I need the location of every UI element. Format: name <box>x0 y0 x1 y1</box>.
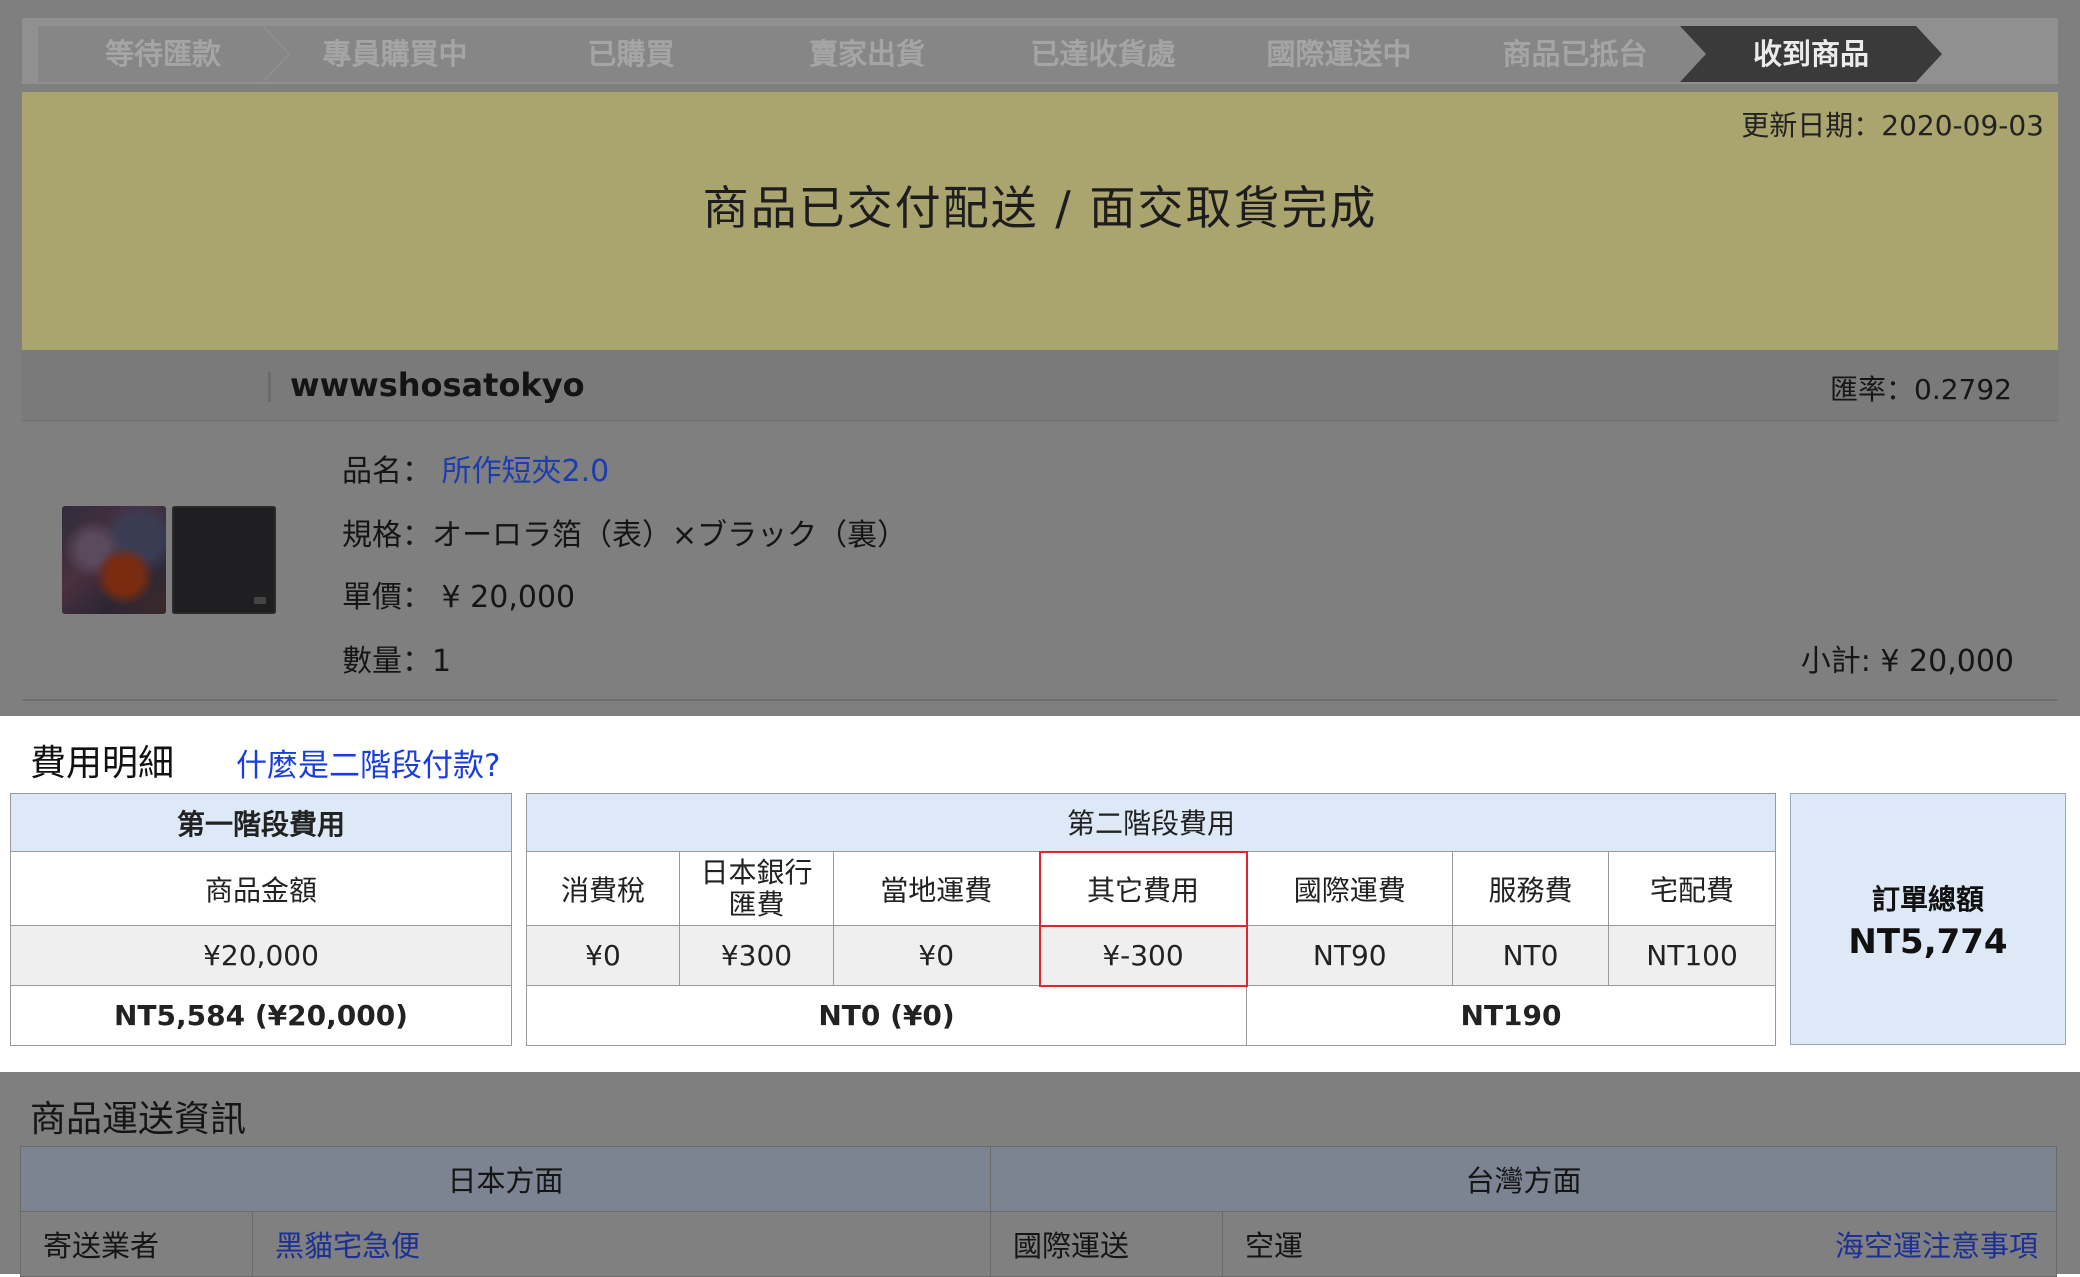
col-other-fees: 其它費用 <box>1038 850 1248 927</box>
value-international-shipping: NT90 <box>1246 925 1453 986</box>
stage1-header: 第一階段費用 <box>10 793 512 852</box>
intl-shipping-value: 空運 <box>1245 1229 1304 1263</box>
value-home-delivery-fee: NT100 <box>1607 925 1777 986</box>
step-awaiting-payment: 等待匯款 <box>38 26 288 82</box>
step-purchasing: 專員購買中 <box>264 26 526 82</box>
step-seller-shipped: 賣家出貨 <box>736 26 998 82</box>
exchange-rate: 匯率：0.2792 <box>1830 373 2012 406</box>
step-arrived-taiwan: 商品已抵台 <box>1444 26 1706 82</box>
col-consumption-tax: 消費稅 <box>526 851 680 926</box>
product-name-link[interactable]: 所作短夾2.0 <box>442 454 610 489</box>
col-home-delivery-fee: 宅配費 <box>1607 851 1777 926</box>
carrier-link[interactable]: 黑貓宅急便 <box>275 1229 420 1263</box>
product-name-line: 品名： 所作短夾2.0 <box>342 446 609 490</box>
step-arrived-warehouse: 已達收貨處 <box>972 26 1234 82</box>
two-stage-payment-help-link[interactable]: 什麼是二階段付款? <box>236 740 500 785</box>
value-local-shipping: ¥0 <box>833 925 1040 986</box>
stage2-subtotal-tw: NT190 <box>1245 985 1777 1046</box>
step-international-shipping: 國際運送中 <box>1208 26 1470 82</box>
value-other-fees: ¥-300 <box>1038 924 1248 987</box>
col-jp-bank-fee: 日本銀行匯費 <box>679 851 834 926</box>
japan-side-header: 日本方面 <box>19 1146 992 1212</box>
cost-detail-title: 費用明細 <box>30 743 175 784</box>
stage1-col-product-amount: 商品金額 <box>10 851 512 926</box>
order-total-box: 訂單總額 NT5,774 <box>1790 793 2066 1045</box>
col-international-shipping: 國際運費 <box>1246 851 1453 926</box>
intl-shipping-cell: 空運 海空運注意事項 <box>1222 1211 2058 1277</box>
order-total-label: 訂單總額 <box>1871 883 1984 916</box>
update-date: 更新日期：2020-09-03 <box>1741 109 2044 142</box>
col-service-fee: 服務費 <box>1452 851 1609 926</box>
stage2-header: 第二階段費用 <box>525 793 1777 852</box>
value-service-fee: NT0 <box>1452 925 1609 986</box>
product-row <box>22 421 2058 701</box>
product-name-label: 品名： <box>342 454 432 489</box>
carrier-cell: 黑貓宅急便 <box>251 1211 992 1277</box>
stage1-total: NT5,584 (¥20,000) <box>10 985 512 1046</box>
stage2-subtotal-jp: NT0 (¥0) <box>526 985 1247 1046</box>
stage1-cost-table: 第一階段費用 商品金額 ¥20,000 NT5,584 (¥20,000) <box>10 793 512 1046</box>
product-image-back[interactable] <box>172 506 276 614</box>
product-subtotal: 小計: ¥ 20,000 <box>1800 644 2014 679</box>
product-unit-price: 單價： ¥ 20,000 <box>342 580 576 615</box>
seller-divider <box>268 372 271 402</box>
shipping-notice-link[interactable]: 海空運注意事項 <box>1835 1223 2038 1265</box>
col-local-shipping: 當地運費 <box>833 851 1040 926</box>
value-consumption-tax: ¥0 <box>526 925 680 986</box>
product-image-front[interactable] <box>62 506 166 614</box>
order-total-value: NT5,774 <box>1848 922 2008 962</box>
step-received: 收到商品 <box>1680 26 1942 82</box>
stage1-product-amount-value: ¥20,000 <box>10 925 512 986</box>
shipping-info-table: 日本方面 台灣方面 寄送業者 黑貓宅急便 國際運送 空運 海空運注意事項 <box>19 1146 2058 1277</box>
carrier-label: 寄送業者 <box>20 1211 253 1277</box>
intl-shipping-label: 國際運送 <box>990 1211 1224 1277</box>
seller-name: wwwshosatokyo <box>290 366 585 404</box>
step-purchased: 已購買 <box>500 26 762 82</box>
taiwan-side-header: 台灣方面 <box>990 1146 2058 1212</box>
status-message: 商品已交付配送 / 面交取貨完成 <box>702 181 1378 235</box>
stage2-cost-table: 第二階段費用 消費稅 日本銀行匯費 當地運費 其它費用 國際運費 服務費 宅配費… <box>525 793 1777 1046</box>
product-spec: 規格：オーロラ箔（表）×ブラック（裏） <box>342 518 908 553</box>
shipping-info-title: 商品運送資訊 <box>30 1099 247 1140</box>
value-jp-bank-fee: ¥300 <box>679 925 834 986</box>
product-quantity: 數量：1 <box>342 644 452 679</box>
